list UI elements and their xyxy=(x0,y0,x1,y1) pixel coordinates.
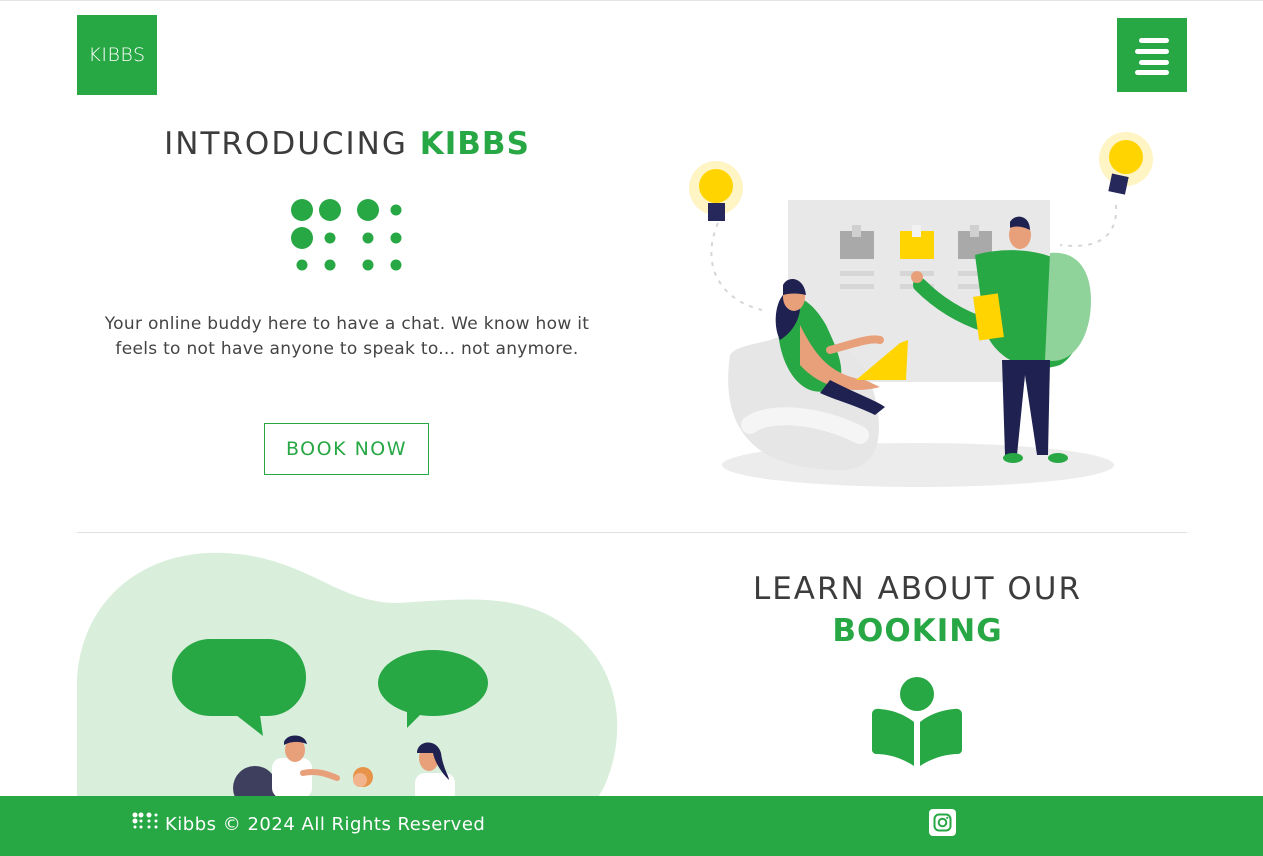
top-rule xyxy=(0,0,1263,1)
learn-title: LEARN ABOUT OUR BOOKING xyxy=(690,568,1145,652)
instagram-icon xyxy=(933,813,952,832)
hamburger-menu-icon-bar xyxy=(1139,60,1169,65)
hero-illustration xyxy=(689,132,1153,487)
logo[interactable]: KIBBS xyxy=(77,15,157,95)
hero-title-plain: INTRODUCING xyxy=(164,126,408,162)
book-now-button[interactable]: BOOK NOW xyxy=(264,423,429,475)
instagram-link[interactable] xyxy=(929,809,956,836)
hamburger-menu-icon-bar xyxy=(1135,49,1169,54)
logo-text: KIBBS xyxy=(88,44,146,66)
section-divider xyxy=(77,532,1187,533)
chat-illustration xyxy=(77,552,618,798)
hero-tagline: Your online buddy here to have a chat. W… xyxy=(104,314,590,359)
hero-title: INTRODUCING KIBBS xyxy=(77,126,617,162)
hamburger-menu-icon xyxy=(1139,38,1169,43)
reader-book-icon xyxy=(872,677,962,766)
hamburger-menu-icon-bar xyxy=(1135,70,1169,75)
footer: Kibbs © 2024 All Rights Reserved xyxy=(0,796,1263,856)
learn-title-plain: LEARN ABOUT OUR xyxy=(752,571,1083,607)
learn-title-accent: BOOKING xyxy=(832,613,1003,649)
braille-logo-icon xyxy=(132,812,158,829)
menu-button[interactable] xyxy=(1117,18,1187,92)
hero-title-accent: KIBBS xyxy=(419,126,530,162)
copyright-text: Kibbs © 2024 All Rights Reserved xyxy=(165,814,486,835)
braille-dots-icon xyxy=(291,199,402,271)
